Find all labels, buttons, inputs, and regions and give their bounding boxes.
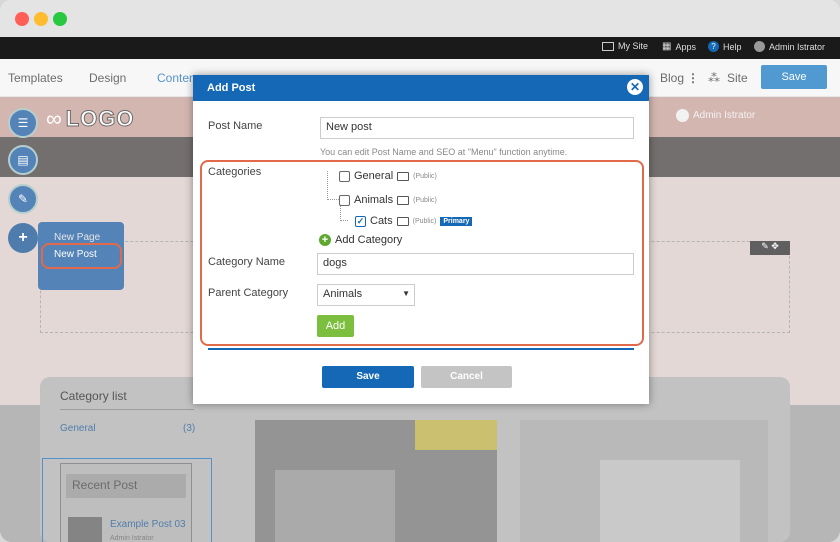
- new-post-highlight: [41, 243, 122, 269]
- post-name-input[interactable]: New post: [320, 117, 634, 139]
- post-name-hint: You can edit Post Name and SEO at "Menu"…: [320, 147, 568, 157]
- user-menu[interactable]: Admin Istrator: [754, 41, 825, 52]
- close-icon[interactable]: ✕: [627, 79, 643, 95]
- post-name-label: Post Name: [208, 120, 263, 132]
- cancel-button[interactable]: Cancel: [421, 366, 512, 388]
- close-window-dot[interactable]: [15, 12, 29, 26]
- maximize-window-dot[interactable]: [53, 12, 67, 26]
- help-icon: ?: [708, 41, 719, 52]
- my-site-link[interactable]: My Site: [602, 41, 648, 51]
- categories-section-highlight: [200, 160, 644, 346]
- monitor-icon: [602, 41, 614, 51]
- help-link[interactable]: ? Help: [708, 41, 742, 52]
- apps-link[interactable]: ▦ Apps: [662, 41, 696, 52]
- minimize-window-dot[interactable]: [34, 12, 48, 26]
- avatar: [754, 41, 765, 52]
- admin-bar: My Site ▦ Apps ? Help Admin Istrator: [0, 37, 840, 59]
- save-button[interactable]: Save: [322, 366, 414, 388]
- dialog-title: Add Post: [207, 82, 256, 94]
- window-titlebar: [0, 0, 840, 37]
- browser-window: My Site ▦ Apps ? Help Admin Istrator Templ…: [0, 0, 840, 542]
- dialog-header: Add Post ✕: [193, 75, 649, 101]
- grid-icon: ▦: [662, 41, 672, 52]
